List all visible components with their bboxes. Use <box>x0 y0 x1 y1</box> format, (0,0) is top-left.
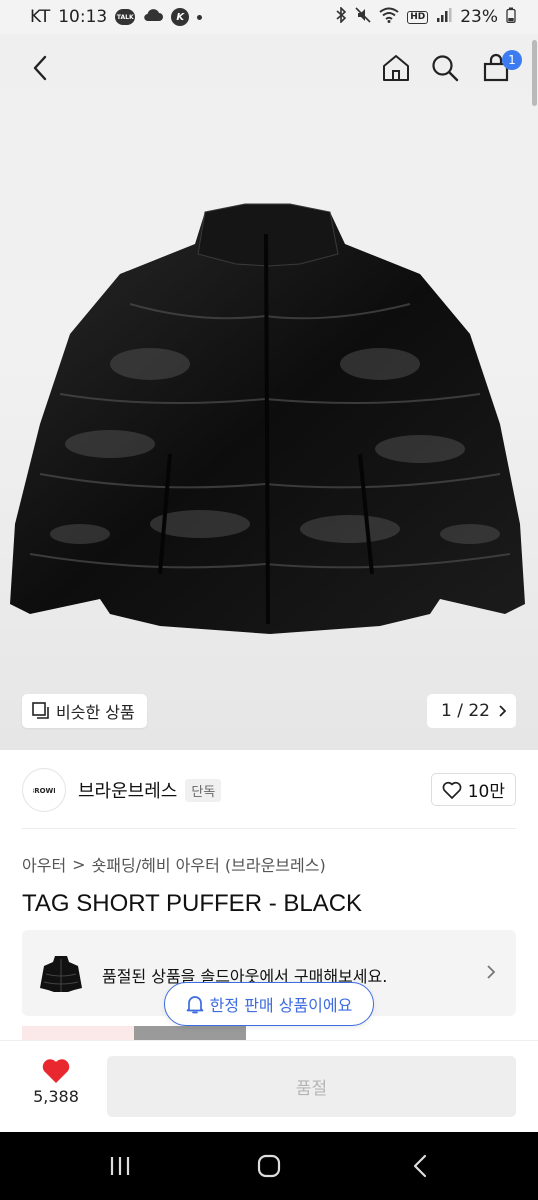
brand-like-button[interactable]: 10만 <box>430 773 516 806</box>
scrollbar-thumb[interactable] <box>532 40 537 106</box>
wishlist-count: 5,388 <box>33 1087 79 1106</box>
bell-icon <box>186 996 204 1014</box>
cart-button[interactable]: 1 <box>476 48 522 88</box>
brand-name[interactable]: 브라운브레스 <box>78 777 177 803</box>
home-icon <box>383 55 409 81</box>
limited-sale-chip[interactable]: 한정 판매 상품이에요 <box>164 982 374 1026</box>
status-right: HD 23% <box>335 5 516 28</box>
signal-icon <box>436 7 452 28</box>
breadcrumb-category[interactable]: 아우터 <box>22 852 66 876</box>
limited-sale-text: 한정 판매 상품이에요 <box>209 996 353 1015</box>
wifi-icon <box>379 7 399 28</box>
brand-row[interactable]: BROWN 브라운브레스 단독 10만 <box>22 766 516 814</box>
wishlist-button[interactable]: 5,388 <box>22 1057 90 1106</box>
page-counter-text: 1 / 22 <box>441 701 490 721</box>
cloud-icon <box>143 7 164 27</box>
chevron-right-icon <box>487 965 496 979</box>
breadcrumb: 아우터 > 숏패딩/헤비 아우터 (브라운브레스) <box>22 852 326 876</box>
brand-like-count: 10만 <box>467 782 505 802</box>
battery-icon <box>506 7 516 28</box>
back-button[interactable] <box>20 48 60 88</box>
chevron-right-icon <box>499 705 506 717</box>
home-system-button[interactable] <box>239 1132 299 1200</box>
back-icon <box>33 55 47 81</box>
recent-apps-icon <box>110 1157 130 1175</box>
hd-voice-icon: HD <box>407 10 429 24</box>
heart-filled-icon <box>42 1059 70 1083</box>
talk-icon: TALK <box>115 9 136 25</box>
back-system-icon <box>413 1154 427 1178</box>
search-button[interactable] <box>425 48 465 88</box>
search-icon <box>432 55 459 82</box>
heart-outline-icon <box>442 781 462 799</box>
status-left: KT 10:13 TALK K <box>30 7 203 27</box>
cart-count-badge: 1 <box>502 50 522 70</box>
product-title: TAG SHORT PUFFER - BLACK <box>22 890 363 917</box>
home-button[interactable] <box>376 48 416 88</box>
similar-products-label: 비슷한 상품 <box>56 703 135 722</box>
similar-products-button[interactable]: 비슷한 상품 <box>22 694 147 728</box>
bluetooth-icon <box>335 5 347 28</box>
breadcrumb-separator: > <box>72 854 86 874</box>
similar-icon <box>32 702 49 719</box>
divider <box>22 828 516 829</box>
clock: 10:13 <box>58 7 108 27</box>
brand-logo[interactable]: BROWN <box>22 768 66 812</box>
brand-logo-mark: BROWN <box>33 787 55 795</box>
svg-text:BROWN: BROWN <box>33 787 55 795</box>
breadcrumb-subcategory[interactable]: 숏패딩/헤비 아우터 (브라운브레스) <box>92 852 326 876</box>
k-app-icon: K <box>171 8 190 26</box>
home-system-icon <box>257 1154 281 1178</box>
back-system-button[interactable] <box>390 1132 450 1200</box>
mute-icon <box>355 6 371 28</box>
dot-icon <box>197 14 203 20</box>
bottom-action-bar: 5,388 품절 <box>0 1040 538 1132</box>
exclusive-badge: 단독 <box>185 778 222 802</box>
product-hero[interactable]: 1 비슷한 상품 1 / 22 <box>0 34 538 750</box>
soldout-button[interactable]: 품절 <box>107 1056 516 1117</box>
recent-apps-button[interactable] <box>90 1132 150 1200</box>
system-navigation-bar <box>0 1132 538 1200</box>
banner-jacket-thumbnail <box>40 956 82 992</box>
product-image-jacket <box>10 203 525 634</box>
image-page-counter[interactable]: 1 / 22 <box>427 694 516 728</box>
status-bar: KT 10:13 TALK K HD 23% <box>0 0 538 34</box>
carrier-label: KT <box>30 7 51 27</box>
battery-percent: 23% <box>460 7 498 27</box>
